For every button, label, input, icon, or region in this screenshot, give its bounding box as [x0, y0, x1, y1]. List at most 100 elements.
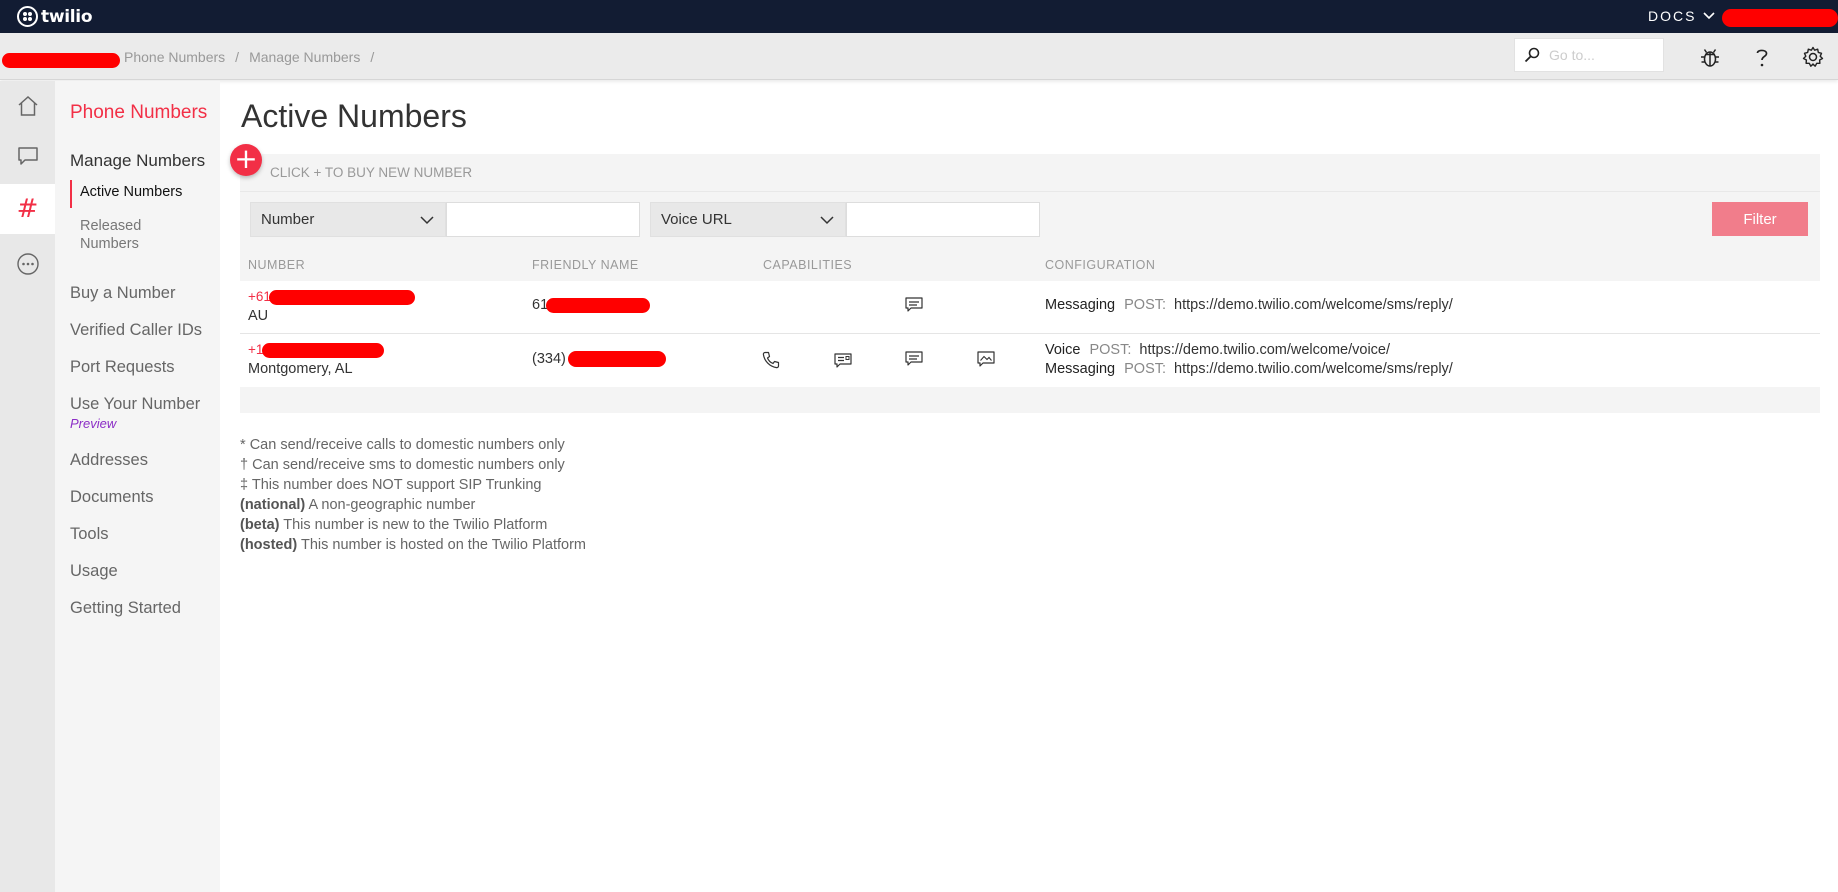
sidebar-item-verified-caller-ids[interactable]: Verified Caller IDs [70, 321, 202, 340]
redacted-friendly-name [567, 351, 666, 368]
redacted-friendly-name [546, 297, 651, 313]
breadcrumb-separator: / [235, 49, 240, 65]
sidebar-item-getting-started[interactable]: Getting Started [70, 599, 181, 618]
buy-number-button[interactable]: + [230, 144, 262, 176]
gear-icon[interactable] [1801, 45, 1825, 69]
config-voice: Voice POST: https://demo.twilio.com/welcom… [1045, 342, 1390, 358]
config-method: POST: [1124, 297, 1167, 313]
rail-home[interactable] [0, 81, 55, 131]
help-icon[interactable] [1750, 45, 1774, 69]
sidebar-item-buy-a-number[interactable]: Buy a Number [70, 284, 175, 303]
table-footer [240, 387, 1820, 413]
filter-bar: Number Voice URL Filter [240, 192, 1820, 249]
filter-field-1-value: Number [261, 211, 315, 228]
config-messaging: Messaging POST: https://demo.twilio.com/we… [1045, 361, 1453, 377]
icon-rail: # [0, 81, 55, 892]
mms-icon [977, 351, 995, 367]
user-menu[interactable] [1722, 9, 1838, 27]
account-name[interactable] [2, 53, 120, 68]
rail-phone-numbers[interactable]: # [0, 184, 55, 234]
sidebar: Phone Numbers Manage Numbers Active Numb… [55, 81, 220, 892]
friendly-prefix: (334) [532, 351, 566, 367]
search-input[interactable] [1549, 47, 1659, 63]
filter-text-1[interactable] [447, 203, 639, 236]
filter-input-1[interactable] [446, 202, 640, 237]
note-mark: (national) [240, 497, 306, 513]
search-icon [1524, 47, 1540, 63]
note-item: (hosted) This number is hosted on the Tw… [240, 535, 586, 555]
phone-number-link[interactable]: +1 [248, 342, 385, 358]
table-header: NUMBER FRIENDLY NAME CAPABILITIES CONFIG… [240, 249, 1820, 281]
filter-button[interactable]: Filter [1712, 202, 1808, 236]
docs-label: DOCS [1648, 8, 1697, 24]
chat-icon [17, 147, 38, 165]
config-messaging: Messaging POST: https://demo.twilio.com/we… [1045, 297, 1453, 313]
filter-field-select-2[interactable]: Voice URL [650, 202, 846, 237]
sidebar-item-use-your-number[interactable]: Use Your Number [70, 395, 200, 414]
rail-messaging[interactable] [0, 131, 55, 181]
config-type: Voice [1045, 342, 1081, 358]
bug-icon[interactable] [1698, 45, 1722, 69]
config-type: Messaging [1045, 361, 1116, 377]
hash-icon: # [16, 194, 39, 224]
note-mark: * [240, 437, 246, 453]
number-prefix: +61 [248, 289, 271, 304]
note-text: A non-geographic number [308, 497, 476, 513]
breadcrumb-phone-numbers[interactable]: Phone Numbers [124, 49, 225, 65]
filter-field-2-value: Voice URL [661, 211, 732, 228]
filter-field-select-1[interactable]: Number [250, 202, 446, 237]
chevron-down-icon [1703, 12, 1716, 20]
config-url: https://demo.twilio.com/welcome/voice/ [1139, 342, 1391, 358]
sidebar-item-documents[interactable]: Documents [70, 488, 153, 507]
home-icon [18, 95, 37, 116]
sms-icon [905, 351, 923, 366]
friendly-name: 61 [532, 297, 651, 313]
sidebar-item-active-numbers[interactable]: Active Numbers [70, 180, 182, 208]
sidebar-item-tools[interactable]: Tools [70, 525, 109, 544]
sidebar-item-port-requests[interactable]: Port Requests [70, 358, 175, 377]
filter-input-2[interactable] [846, 202, 1040, 237]
buy-number-bar: + CLICK + TO BUY NEW NUMBER [230, 144, 1820, 192]
note-item: ‡ This number does NOT support SIP Trunk… [240, 475, 586, 495]
note-item: (beta) This number is new to the Twilio … [240, 515, 586, 535]
column-number: NUMBER [248, 258, 306, 272]
sidebar-item-released-numbers[interactable]: Released Numbers [80, 217, 200, 253]
note-mark: (beta) [240, 517, 280, 533]
sidebar-item-manage-numbers[interactable]: Manage Numbers [70, 151, 205, 171]
phone-number-link[interactable]: +61 [248, 289, 415, 305]
breadcrumb-bar: Phone Numbers / Manage Numbers / [0, 33, 1838, 80]
note-mark: (hosted) [240, 537, 298, 553]
note-item: (national) A non-geographic number [240, 495, 586, 515]
config-url: https://demo.twilio.com/welcome/sms/repl… [1174, 297, 1453, 313]
rail-more[interactable] [0, 239, 55, 289]
filter-text-2[interactable] [847, 203, 1039, 236]
top-bar: twilio DOCS [0, 0, 1838, 33]
config-url: https://demo.twilio.com/welcome/sms/repl… [1174, 361, 1453, 377]
number-location: Montgomery, AL [248, 361, 353, 377]
breadcrumb: Phone Numbers / Manage Numbers / [124, 49, 374, 65]
table-row[interactable]: +61 AU 61 Messaging POST: https://demo.twi… [240, 281, 1820, 334]
number-prefix: +1 [248, 342, 264, 357]
note-text: Can send/receive calls to domestic numbe… [249, 437, 565, 453]
note-text: Can send/receive sms to domestic numbers… [252, 457, 565, 473]
breadcrumb-manage-numbers[interactable]: Manage Numbers [249, 49, 360, 65]
buy-number-label: CLICK + TO BUY NEW NUMBER [270, 165, 473, 180]
goto-search [1514, 38, 1664, 72]
legend-notes: * Can send/receive calls to domestic num… [240, 435, 586, 555]
redacted-number [268, 289, 415, 305]
config-method: POST: [1124, 361, 1167, 377]
logo-text: twilio [41, 6, 93, 27]
sidebar-title[interactable]: Phone Numbers [70, 102, 207, 124]
config-method: POST: [1089, 342, 1132, 358]
note-item: * Can send/receive calls to domestic num… [240, 435, 586, 455]
column-capabilities: CAPABILITIES [763, 258, 853, 272]
redacted-number [262, 342, 385, 358]
note-item: † Can send/receive sms to domestic numbe… [240, 455, 586, 475]
table-row[interactable]: +1 Montgomery, AL (334) Voice POST: https:… [240, 334, 1820, 388]
docs-menu[interactable]: DOCS [1648, 8, 1716, 24]
sidebar-item-usage[interactable]: Usage [70, 562, 118, 581]
sidebar-item-addresses[interactable]: Addresses [70, 451, 148, 470]
twilio-logo[interactable]: twilio [17, 6, 93, 27]
note-text: This number does NOT support SIP Trunkin… [251, 477, 542, 493]
chevron-down-icon [820, 215, 834, 224]
